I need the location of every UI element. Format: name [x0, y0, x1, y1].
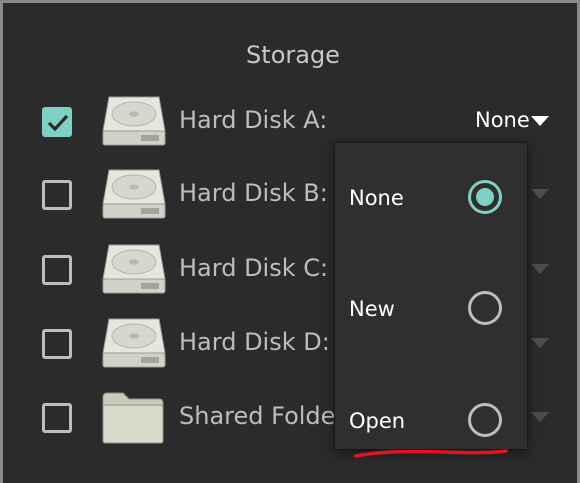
hard-disk-option-menu: None New Open: [335, 143, 527, 449]
chevron-down-icon[interactable]: [531, 264, 549, 274]
chevron-down-icon[interactable]: [531, 116, 549, 126]
hard-disk-icon: [102, 96, 166, 146]
red-underline-annotation: [354, 449, 508, 458]
hard-disk-icon: [102, 169, 166, 219]
hard-disk-a-checkbox[interactable]: [42, 107, 72, 137]
hard-disk-icon: [102, 318, 166, 368]
folder-icon: [102, 392, 164, 444]
section-title: Storage: [246, 41, 340, 69]
hard-disk-a-select-value[interactable]: None: [475, 108, 530, 132]
menu-option-none[interactable]: None: [335, 169, 527, 229]
hard-disk-a-label: Hard Disk A:: [179, 106, 328, 134]
shared-folder-label: Shared Folde: [179, 402, 336, 430]
hard-disk-c-checkbox[interactable]: [42, 255, 72, 285]
chevron-down-icon[interactable]: [531, 189, 549, 199]
checkmark-icon: [47, 114, 69, 132]
menu-option-new[interactable]: New: [335, 280, 527, 340]
radio-unselected-icon[interactable]: [468, 291, 502, 325]
storage-panel: Storage Hard Disk A: None Hard Disk B: H…: [0, 0, 580, 483]
hard-disk-b-checkbox[interactable]: [42, 180, 72, 210]
chevron-down-icon[interactable]: [531, 412, 549, 422]
menu-option-label: New: [349, 297, 395, 321]
hard-disk-icon: [102, 244, 166, 294]
hard-disk-d-label: Hard Disk D:: [179, 328, 330, 356]
shared-folder-checkbox[interactable]: [42, 403, 72, 433]
hard-disk-c-label: Hard Disk C:: [179, 254, 329, 282]
chevron-down-icon[interactable]: [531, 338, 549, 348]
radio-unselected-icon[interactable]: [468, 403, 502, 437]
menu-option-label: Open: [349, 409, 406, 433]
hard-disk-d-checkbox[interactable]: [42, 329, 72, 359]
radio-selected-icon[interactable]: [468, 180, 502, 214]
hard-disk-b-label: Hard Disk B:: [179, 179, 328, 207]
menu-option-label: None: [349, 186, 404, 210]
